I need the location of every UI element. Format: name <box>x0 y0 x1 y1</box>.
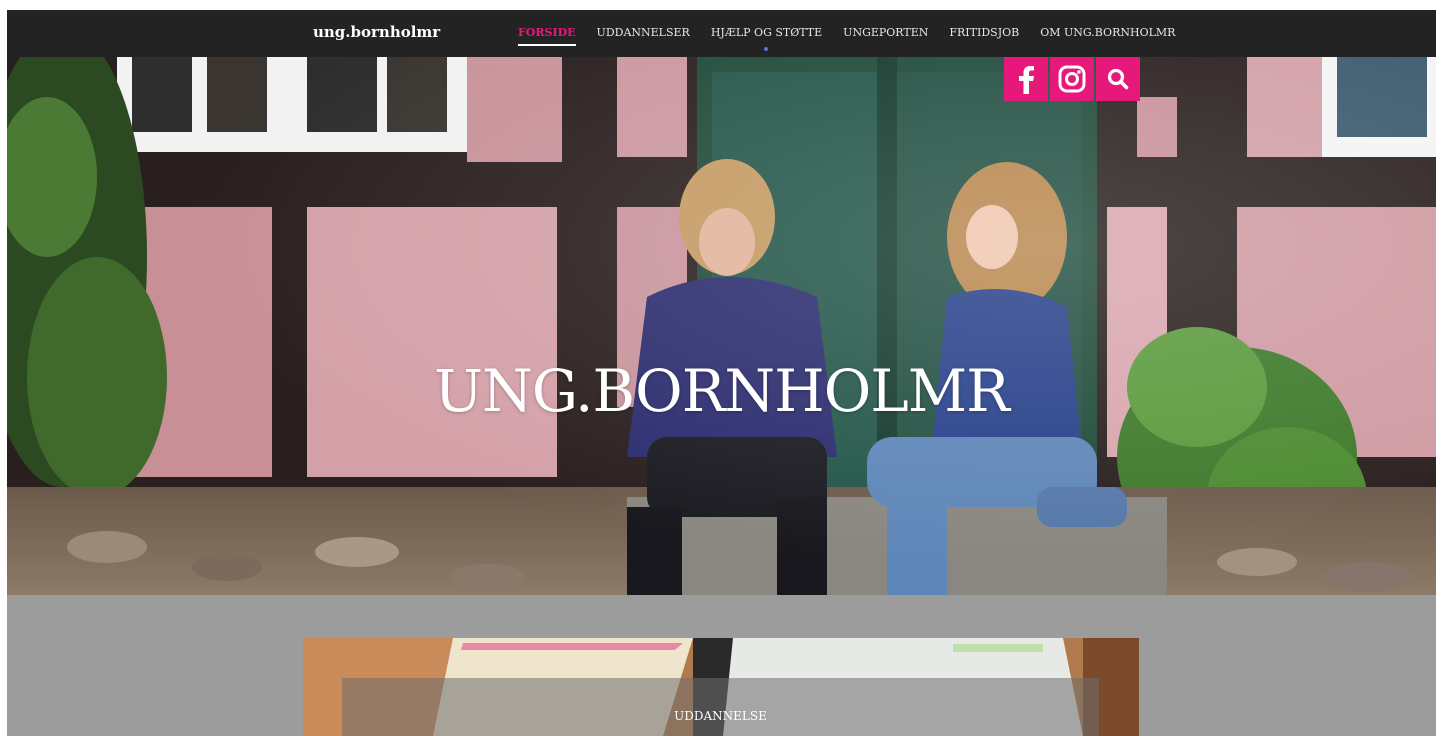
search-button[interactable] <box>1096 57 1140 101</box>
nav-item-ungeporten[interactable]: UNGEPORTEN <box>843 26 928 39</box>
facebook-icon <box>1019 66 1034 94</box>
education-card-overlay: UDDANNELSE <box>342 678 1099 736</box>
main-menu: FORSIDE UDDANNELSER HJÆLP OG STØTTE UNGE… <box>518 26 1196 46</box>
hero-photo <box>7 57 1436 595</box>
page-frame: ung.bornholmr FORSIDE UDDANNELSER HJÆLP … <box>7 10 1436 736</box>
site-logo[interactable]: ung.bornholmr <box>313 23 440 41</box>
instagram-button[interactable] <box>1050 57 1094 101</box>
nav-item-forside[interactable]: FORSIDE <box>518 26 576 46</box>
instagram-icon <box>1058 65 1086 93</box>
hero-title: UNG.BORNHOLMR <box>434 357 1010 425</box>
education-card-label: UDDANNELSE <box>674 709 767 723</box>
nav-item-uddannelser[interactable]: UDDANNELSER <box>597 26 690 39</box>
top-navigation-bar: ung.bornholmr FORSIDE UDDANNELSER HJÆLP … <box>7 10 1436 57</box>
search-icon <box>1107 68 1129 90</box>
nav-item-om-ung-bornholmr[interactable]: OM UNG.BORNHOLMR <box>1040 26 1175 39</box>
facebook-button[interactable] <box>1004 57 1048 101</box>
nav-item-fritidsjob[interactable]: FRITIDSJOB <box>949 26 1019 39</box>
education-card[interactable]: UDDANNELSE <box>303 638 1139 736</box>
social-links <box>1004 57 1140 101</box>
hero-banner: UNG.BORNHOLMR <box>7 57 1436 595</box>
submenu-indicator-dot <box>764 47 768 51</box>
nav-item-hjaelp-og-stoette[interactable]: HJÆLP OG STØTTE <box>711 26 822 39</box>
